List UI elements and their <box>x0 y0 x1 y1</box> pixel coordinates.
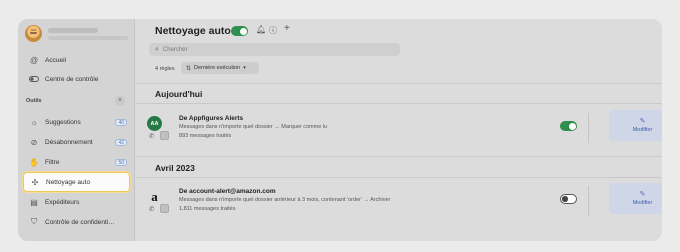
search-icon: ⌕ <box>155 45 159 53</box>
add-icon[interactable]: + <box>284 23 290 34</box>
sidebar-item-label: Expéditeurs <box>45 198 80 206</box>
rule-description: Messages dans n'importe quel dossier → M… <box>179 124 328 130</box>
rules-count: 4 règles <box>155 66 175 72</box>
phone-icon: ✆ <box>149 206 155 213</box>
count-badge: 50 <box>115 158 127 166</box>
sidebar-item-filter[interactable]: ✋ Filtre 50 <box>23 153 130 171</box>
sidebar-item-label: Accueil <box>45 56 66 64</box>
rule-processed-count: 893 messages traités <box>179 133 232 139</box>
folder-icon <box>160 204 169 213</box>
divider <box>588 113 589 143</box>
sidebar-item-label: Filtre <box>45 158 60 166</box>
rule-sender: De Appfigures Alerts <box>179 115 244 122</box>
modify-label: Modifier <box>632 200 653 206</box>
rule-row[interactable]: AA ✆ De Appfigures Alerts Messages dans … <box>136 109 662 155</box>
app-window: @ Accueil Centre de contrôle Outils ˄ ☼ … <box>18 19 662 241</box>
group-title: Aujourd'hui <box>155 89 203 99</box>
edit-icon: ✎ <box>639 191 646 198</box>
rule-description: Messages dans n'importe quel dossier ant… <box>179 197 391 203</box>
tools-section-title: Outils <box>26 98 42 104</box>
sidebar-item-home[interactable]: @ Accueil <box>23 51 130 69</box>
bell-icon[interactable]: 🔔︎ <box>256 25 266 34</box>
modify-button[interactable]: ✎ Modifier <box>609 183 662 214</box>
sidebar-item-label: Désabonnement <box>45 138 93 146</box>
count-badge: 42 <box>115 138 127 146</box>
account-name-redacted <box>48 28 98 33</box>
shield-icon: ⛉ <box>31 217 37 226</box>
count-badge: 40 <box>115 118 127 126</box>
sidebar: @ Accueil Centre de contrôle Outils ˄ ☼ … <box>18 19 135 241</box>
edit-icon: ✎ <box>639 118 646 125</box>
sender-avatar: AA <box>147 116 162 131</box>
sidebar-item-label: Nettoyage auto <box>46 178 91 186</box>
divider <box>136 83 662 84</box>
rule-row[interactable]: a ✆ De account-alert@amazon.com Messages… <box>136 182 662 228</box>
sidebar-item-senders[interactable]: ▤ Expéditeurs <box>23 193 130 211</box>
page-title: Nettoyage auto <box>155 25 231 37</box>
rule-processed-count: 1,811 messages traités <box>179 206 236 212</box>
toggle-icon <box>29 74 39 84</box>
help-icon[interactable]: ⓘ <box>269 25 277 36</box>
search-input[interactable]: ⌕ Chercher <box>149 43 400 56</box>
main-panel: Nettoyage auto 🔔︎ ⓘ + ⌕ Chercher 4 règle… <box>136 19 662 241</box>
at-sign-icon: @ <box>29 55 39 65</box>
account-avatar[interactable] <box>25 25 42 42</box>
sidebar-item-auto-clean[interactable]: ✣ Nettoyage auto <box>23 172 130 192</box>
divider <box>136 156 662 157</box>
rule-sender: De account-alert@amazon.com <box>179 188 276 195</box>
divider <box>588 186 589 216</box>
sort-dropdown[interactable]: ⇅ Dernière exécution ▾ <box>181 62 259 74</box>
hand-icon: ✋ <box>29 157 39 167</box>
sort-icon: ⇅ <box>186 65 192 72</box>
sort-label: Dernière exécution <box>194 65 241 71</box>
search-placeholder: Chercher <box>162 46 188 53</box>
auto-clean-master-toggle[interactable] <box>231 26 248 36</box>
sidebar-item-label: Contrôle de confidenti… <box>45 218 115 226</box>
phone-icon: ✆ <box>149 133 155 140</box>
sidebar-item-privacy[interactable]: ⛉ Contrôle de confidenti… <box>23 213 130 231</box>
sidebar-item-suggestions[interactable]: ☼ Suggestions 40 <box>23 113 130 131</box>
unsubscribe-icon: ⊘ <box>30 137 38 147</box>
sidebar-item-label: Suggestions <box>45 118 81 126</box>
modify-label: Modifier <box>632 127 653 133</box>
account-email-redacted <box>48 36 128 40</box>
chevron-down-icon: ▾ <box>243 65 246 71</box>
folder-icon <box>160 131 169 140</box>
sidebar-item-label: Centre de contrôle <box>45 75 99 83</box>
chevron-up-icon[interactable]: ˄ <box>115 96 125 106</box>
amazon-logo-icon: a <box>151 188 158 204</box>
modify-button[interactable]: ✎ Modifier <box>609 110 662 141</box>
rule-enable-toggle[interactable] <box>560 194 577 204</box>
lightbulb-icon: ☼ <box>30 117 38 127</box>
sidebar-item-control-center[interactable]: Centre de contrôle <box>23 70 130 88</box>
sidebar-item-unsubscribe[interactable]: ⊘ Désabonnement 42 <box>23 133 130 151</box>
group-title: Avril 2023 <box>155 163 195 173</box>
divider <box>136 103 662 104</box>
sparkle-broom-icon: ✣ <box>31 177 39 187</box>
rule-enable-toggle[interactable] <box>560 121 577 131</box>
senders-icon: ▤ <box>30 197 38 207</box>
divider <box>136 177 662 178</box>
